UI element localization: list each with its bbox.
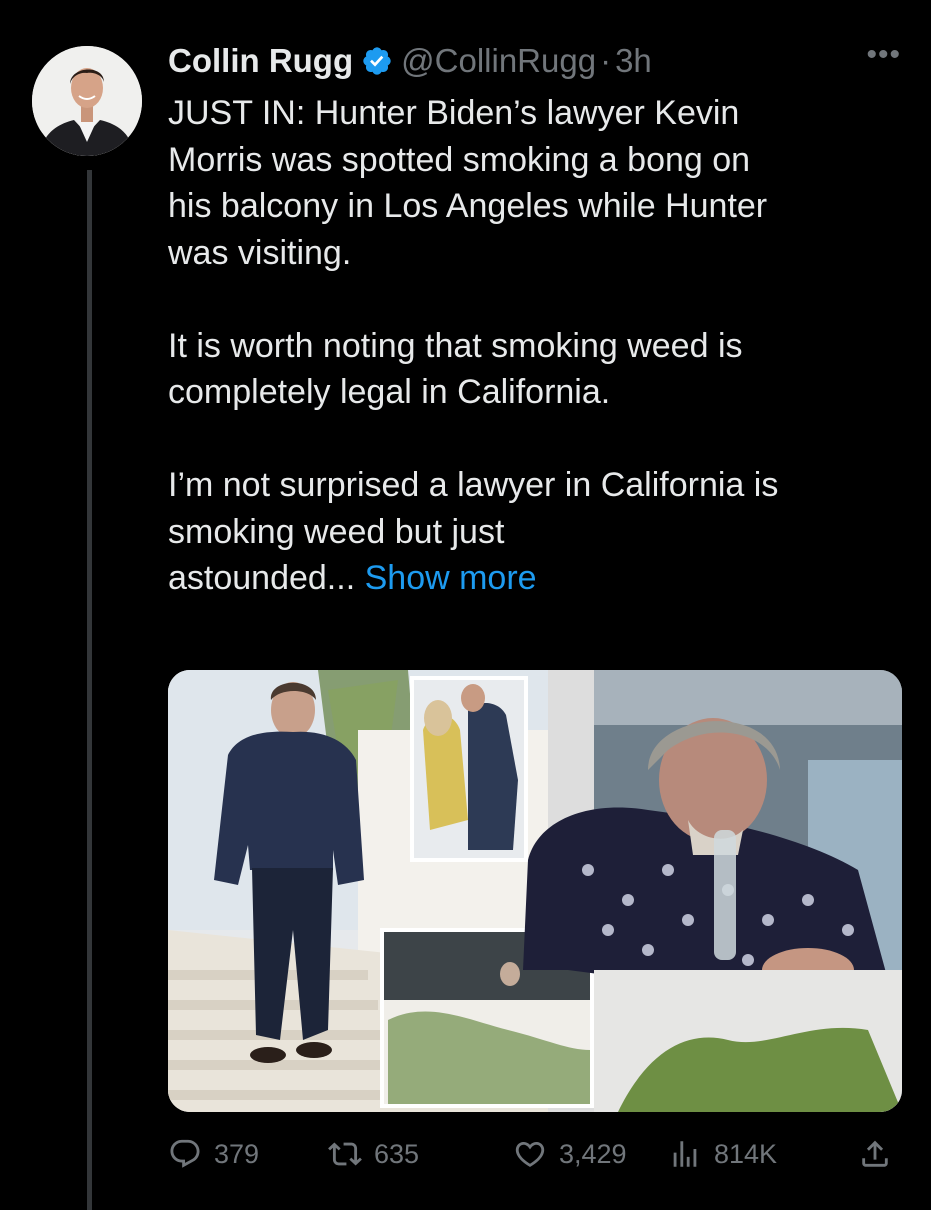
text-line: I’m not surprised a lawyer in California… <box>168 466 779 504</box>
tweet-media-image[interactable] <box>168 670 902 1112</box>
header-separator: · <box>600 42 612 79</box>
avatar[interactable] <box>32 46 142 156</box>
reply-count: 379 <box>214 1138 260 1169</box>
retweet-icon <box>328 1142 362 1166</box>
text-line: completely legal in California. <box>168 373 611 411</box>
share-icon <box>862 1140 888 1167</box>
truncated-text: astounded... <box>168 559 356 597</box>
text-line: Morris was spotted smoking a bong on <box>168 140 751 179</box>
views-button[interactable]: 814K <box>668 1132 777 1176</box>
show-more-link[interactable]: Show more <box>365 559 537 597</box>
reply-icon <box>170 1139 200 1168</box>
thread-line <box>87 170 92 1210</box>
retweet-count: 635 <box>374 1138 420 1169</box>
text-line: smoking weed but just <box>168 512 505 551</box>
tweet-header: Collin Rugg @CollinRugg · 3h <box>168 36 908 86</box>
author-handle[interactable]: @CollinRugg <box>401 42 596 80</box>
reply-button[interactable]: 379 <box>168 1132 259 1176</box>
share-button[interactable] <box>858 1132 904 1176</box>
text-line-last: astounded... Show more <box>168 555 908 602</box>
tweet-time[interactable]: 3h <box>615 42 652 80</box>
tweet-text: JUST IN: Hunter Biden’s lawyer Kevin Mor… <box>168 90 908 602</box>
text-line: JUST IN: Hunter Biden’s lawyer Kevin <box>168 94 740 132</box>
tweet-actions: 379 635 3,429 814K <box>168 1132 908 1176</box>
author-name[interactable]: Collin Rugg <box>168 42 353 80</box>
heart-icon <box>515 1141 545 1167</box>
text-line: was visiting. <box>168 233 352 272</box>
like-button[interactable]: 3,429 <box>513 1132 627 1176</box>
text-line: It is worth noting that smoking weed is <box>168 326 743 365</box>
views-icon <box>673 1141 697 1167</box>
retweet-button[interactable]: 635 <box>328 1132 419 1176</box>
text-line: his balcony in Los Angeles while Hunter <box>168 187 768 225</box>
verified-badge-icon <box>363 47 391 75</box>
more-options-icon[interactable]: ••• <box>866 40 901 70</box>
like-count: 3,429 <box>559 1138 627 1169</box>
photo-collage <box>168 670 902 1112</box>
avatar-image <box>32 46 142 156</box>
view-count: 814K <box>714 1138 778 1169</box>
